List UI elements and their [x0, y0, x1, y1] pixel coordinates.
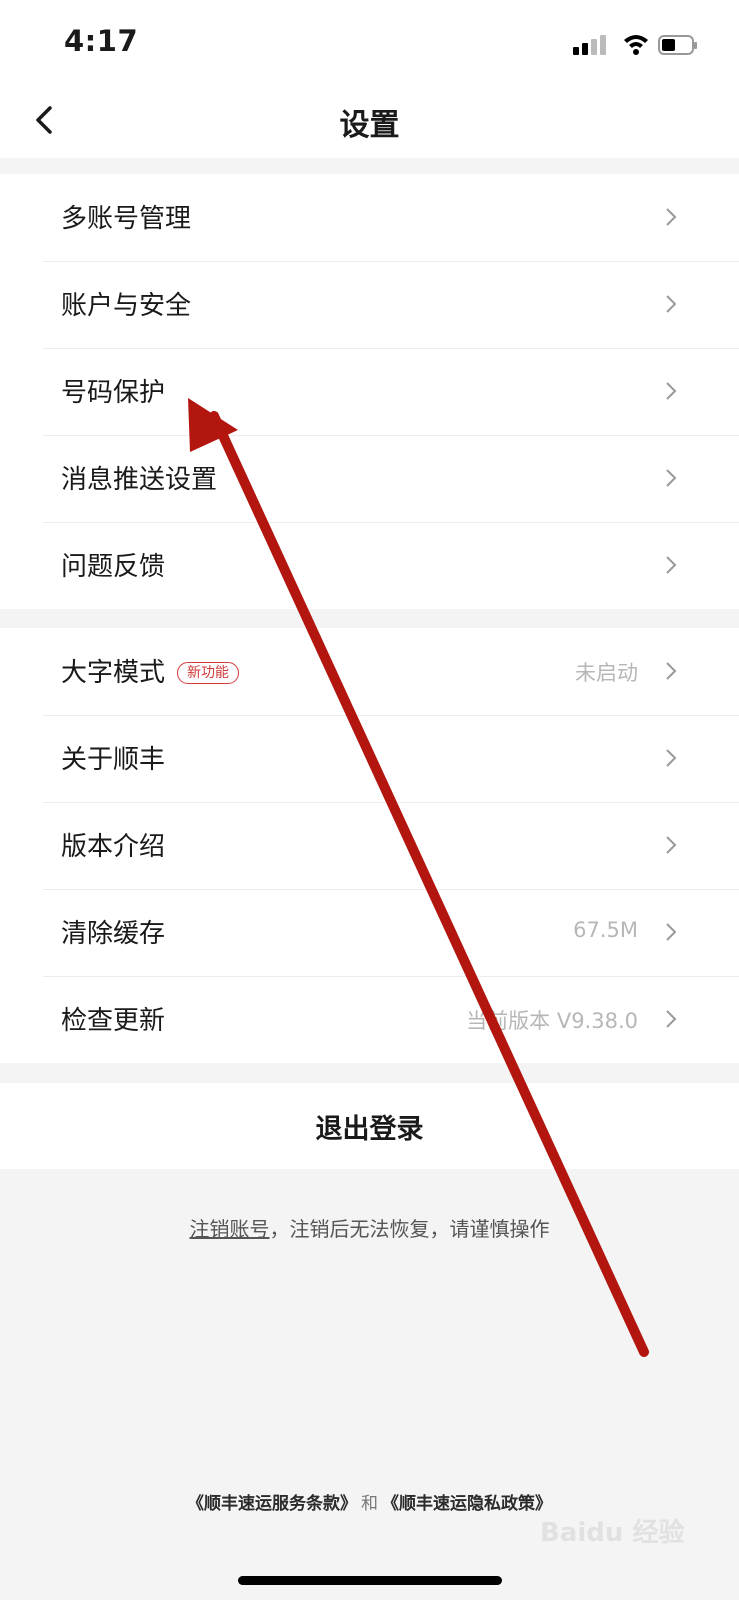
- privacy-policy-link[interactable]: 《顺丰速运隐私政策》: [382, 1494, 552, 1514]
- chevron-right-icon: [666, 208, 677, 226]
- status-time: 4:17: [64, 24, 139, 58]
- settings-row-clear-cache[interactable]: 清除缓存 67.5M: [0, 889, 739, 976]
- logout-label: 退出登录: [315, 1114, 424, 1145]
- chevron-right-icon: [666, 749, 677, 767]
- row-label: 账户与安全: [61, 291, 192, 321]
- chevron-right-icon: [666, 469, 677, 487]
- row-label: 版本介绍: [61, 832, 166, 862]
- settings-row-about[interactable]: 关于顺丰: [0, 715, 739, 802]
- row-label-text: 大字模式: [61, 658, 166, 688]
- chevron-right-icon: [666, 662, 677, 680]
- chevron-right-icon: [666, 295, 677, 313]
- chevron-right-icon: [666, 923, 677, 941]
- terms-links: 《顺丰速运服务条款》和《顺丰速运隐私政策》: [0, 1489, 739, 1514]
- row-label: 问题反馈: [61, 552, 166, 582]
- service-terms-link[interactable]: 《顺丰速运服务条款》: [187, 1494, 357, 1514]
- status-bar: 4:17: [0, 0, 739, 90]
- page-title: 设置: [339, 108, 400, 143]
- terms-and: 和: [361, 1494, 378, 1514]
- settings-row-multi-account[interactable]: 多账号管理: [0, 174, 739, 261]
- row-label: 清除缓存: [61, 919, 166, 949]
- row-value: 当前版本 V9.38.0: [466, 1009, 638, 1033]
- settings-row-version-intro[interactable]: 版本介绍: [0, 802, 739, 889]
- chevron-right-icon: [666, 1010, 677, 1028]
- settings-row-feedback[interactable]: 问题反馈: [0, 522, 739, 609]
- chevron-right-icon: [666, 382, 677, 400]
- status-icons: [573, 35, 697, 55]
- settings-row-push-notifications[interactable]: 消息推送设置: [0, 435, 739, 522]
- cancel-account-link[interactable]: 注销账号: [190, 1217, 270, 1241]
- row-label: 检查更新: [61, 1006, 166, 1036]
- settings-row-number-protection[interactable]: 号码保护: [0, 348, 739, 435]
- row-label: 消息推送设置: [61, 465, 218, 495]
- settings-row-check-update[interactable]: 检查更新 当前版本 V9.38.0: [0, 976, 739, 1063]
- row-label: 关于顺丰: [61, 745, 166, 775]
- row-label: 大字模式 新功能: [61, 652, 240, 689]
- settings-row-large-font[interactable]: 大字模式 新功能 未启动: [0, 628, 739, 715]
- row-value: 67.5M: [573, 918, 638, 942]
- chevron-right-icon: [666, 836, 677, 854]
- nav-bar: 设置: [0, 90, 739, 158]
- row-label: 号码保护: [61, 378, 166, 408]
- wifi-icon: [624, 35, 648, 55]
- row-value: 未启动: [575, 661, 638, 685]
- row-label: 多账号管理: [61, 204, 192, 234]
- cancel-account-text: ，注销后无法恢复，请谨慎操作: [269, 1217, 550, 1241]
- settings-group-app: 大字模式 新功能 未启动 关于顺丰 版本介绍 清除缓存 67.5M 检查更新 当前…: [0, 628, 739, 1063]
- settings-group-account: 多账号管理 账户与安全 号码保护 消息推送设置 问题反馈: [0, 174, 739, 609]
- signal-icon: [573, 35, 606, 55]
- settings-row-account-security[interactable]: 账户与安全: [0, 261, 739, 348]
- cancel-account-notice: 注销账号，注销后无法恢复，请谨慎操作: [0, 1213, 739, 1242]
- chevron-right-icon: [666, 556, 677, 574]
- new-feature-badge: 新功能: [177, 662, 240, 684]
- home-indicator: [238, 1576, 502, 1585]
- battery-icon: [658, 35, 697, 55]
- baidu-watermark: Baidu 经验: [540, 1518, 685, 1548]
- logout-button[interactable]: 退出登录: [0, 1083, 739, 1169]
